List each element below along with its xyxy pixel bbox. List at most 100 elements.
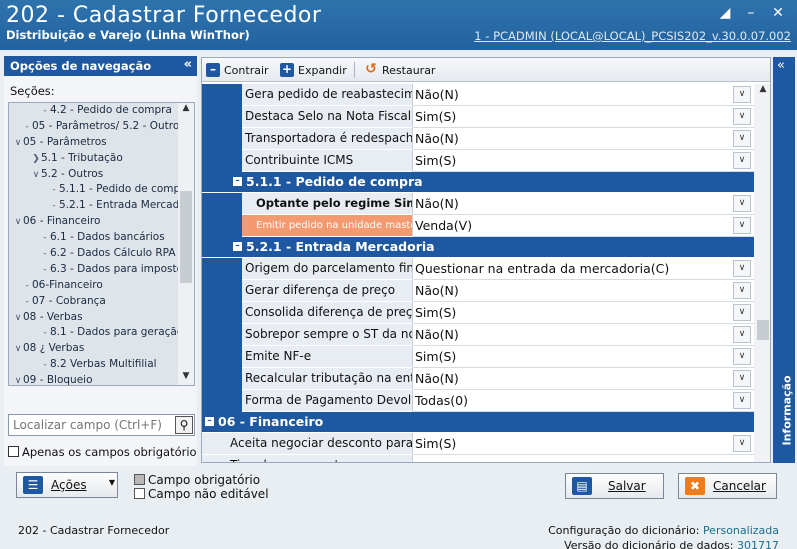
property-value-select[interactable]: Todas(0) ∨ [413,390,754,412]
property-row[interactable]: Emitir pedido na unidade master Venda(V) ∨ [202,215,754,237]
property-value-select[interactable]: Questionar na entrada da mercadoria(C) ∨ [413,258,754,280]
information-panel[interactable]: « Informação [773,57,795,463]
dictionary-config-value[interactable]: Personalizada [703,524,779,537]
property-row[interactable]: Optante pelo regime SimplesNão(N) ∨ [202,193,754,215]
tree-item[interactable]: -5.2.1 - Entrada Mercadoria [9,198,179,214]
property-row[interactable]: Tipo de pagamento [202,455,754,462]
expand-button[interactable]: + Expandir [280,61,347,79]
tree-item[interactable]: ❯5.1 - Tributação [9,151,179,167]
tree-item[interactable]: ∨ 08 - Verbas [9,310,179,326]
property-value-select[interactable] [413,455,754,462]
scroll-thumb[interactable] [757,320,769,340]
property-row[interactable]: Origem do parcelamento financeiroQuestio… [202,258,754,280]
tree-item[interactable]: -07 - Cobrança [9,294,179,310]
chevron-down-icon[interactable]: ∨ [733,282,751,299]
property-row[interactable]: Aceita negociar desconto para pagamentoS… [202,433,754,455]
property-value-select[interactable]: Não(N) ∨ [413,368,754,390]
property-value-select[interactable]: Sim(S) ∨ [413,346,754,368]
chevron-right-icon[interactable]: ❯ [31,152,41,168]
minimize-icon[interactable]: – [743,5,759,21]
chevron-down-icon[interactable]: ∨ [733,152,751,169]
property-value-select[interactable]: Não(N) ∨ [413,193,754,215]
property-value-select[interactable]: Sim(S) ∨ [413,150,754,172]
tree-scrollbar[interactable]: ▲ ▼ [178,103,194,385]
session-info[interactable]: 1 - PCADMIN (LOCAL@LOCAL)_PCSIS202_v.30.… [474,29,791,43]
category-header[interactable]: –06 - Financeiro [202,412,754,432]
close-icon[interactable]: ✕ [770,5,786,21]
tree-item[interactable]: ∨ 06 - Financeiro [9,214,179,230]
chevron-down-icon[interactable]: ∨ [733,348,751,365]
collapse-button[interactable]: – Contrair [206,61,269,79]
collapse-toggle-icon[interactable]: – [233,242,242,251]
property-value-select[interactable]: Sim(S) ∨ [413,433,754,455]
scroll-up-icon[interactable]: ▲ [178,103,194,117]
checkbox-icon[interactable] [8,446,19,457]
search-input[interactable] [9,415,171,435]
grid-scrollbar[interactable]: ▲ [754,84,770,462]
property-row[interactable]: Recalcular tributação na entradaNão(N) ∨ [202,368,754,390]
chevron-down-icon[interactable]: ∨ [733,195,751,212]
property-value-select[interactable]: Sim(S) ∨ [413,106,754,128]
chevron-down-icon[interactable]: ∨ [733,435,751,452]
chevron-down-icon[interactable]: ∨ [13,342,23,358]
property-value-select[interactable]: Não(N) ∨ [413,128,754,150]
property-row[interactable]: Sobrepor sempre o ST da nota Não(N) ∨ [202,324,754,346]
chevron-down-icon[interactable]: ∨ [13,311,23,327]
cancel-button[interactable]: ✖ Cancelar [678,473,777,499]
chevron-down-icon[interactable]: ∨ [733,86,751,103]
chevron-down-icon[interactable]: ∨ [733,217,751,234]
tree-item[interactable]: -5.1.1 - Pedido de compra [9,182,179,198]
restore-button[interactable]: ↺ Restaurar [364,61,435,79]
property-row[interactable]: Transportadora é redespacho Não(N) ∨ [202,128,754,150]
collapse-toggle-icon[interactable]: – [205,417,214,426]
actions-button[interactable]: ☰ Ações ▼ [16,472,118,498]
chevron-down-icon[interactable]: ∨ [733,370,751,387]
scroll-thumb[interactable] [180,191,192,283]
tree-item[interactable]: -8.2 Verbas Multifilial [9,357,179,373]
property-row[interactable]: Emite NF-e Sim(S) ∨ [202,346,754,368]
property-value-select[interactable]: Não(N) ∨ [413,324,754,346]
collapse-nav-icon[interactable]: « [184,57,192,72]
property-row[interactable]: Gerar diferença de preço Não(N) ∨ [202,280,754,302]
property-value-select[interactable]: Venda(V) ∨ [413,215,754,237]
tree-item[interactable]: ∨ 09 - Bloqueio [9,373,179,385]
scroll-down-icon[interactable]: ▼ [178,371,194,385]
chevron-down-icon[interactable]: ∨ [733,260,751,277]
tree-item[interactable]: -6.1 - Dados bancários [9,230,179,246]
chevron-down-icon[interactable]: ∨ [733,392,751,409]
required-only-checkbox[interactable]: Apenas os campos obrigatório [8,445,197,459]
tree-item[interactable]: ∨ 08 ¿ Verbas [9,341,179,357]
tree-item[interactable]: -6.2 - Dados Cálculo RPA [9,246,179,262]
tree-item[interactable]: -4.2 - Pedido de compra [9,103,179,119]
tree-item[interactable]: ∨ 05 - Parâmetros [9,135,179,151]
restore-window-icon[interactable]: ◢ [717,5,733,21]
chevron-down-icon[interactable]: ∨ [13,136,23,152]
chevron-down-icon[interactable]: ∨ [733,304,751,321]
tree-item[interactable]: -8.1 - Dados para geração [9,325,179,341]
tree-item[interactable]: -6.3 - Dados para impostos [9,262,179,278]
property-row[interactable]: Consolida diferença de preço Sim(S) ∨ [202,302,754,324]
category-header[interactable]: –5.1.1 - Pedido de compra [202,172,754,192]
tree-item[interactable]: -05 - Parâmetros/ 5.2 - Outros [9,119,179,135]
tree-item[interactable]: -06-Financeiro [9,278,179,294]
chevron-down-icon[interactable]: ∨ [733,108,751,125]
scroll-up-icon[interactable]: ▲ [754,84,770,98]
category-header[interactable]: –5.2.1 - Entrada Mercadoria [202,237,754,257]
chevron-down-icon[interactable]: ▼ [109,478,115,487]
property-value-select[interactable]: Sim(S) ∨ [413,302,754,324]
property-row[interactable]: Forma de Pagamento DevoluçãoTodas(0) ∨ [202,390,754,412]
property-row[interactable]: Contribuinte ICMS Sim(S) ∨ [202,150,754,172]
chevron-down-icon[interactable]: ∨ [733,130,751,147]
property-row[interactable]: Destaca Selo na Nota Fiscal Sim(S) ∨ [202,106,754,128]
search-field[interactable]: ⚲ [8,414,195,436]
save-button[interactable]: ▤ Salvar [565,473,664,499]
search-icon[interactable]: ⚲ [175,416,193,434]
chevron-down-icon[interactable]: ∨ [733,326,751,343]
collapse-toggle-icon[interactable]: – [233,177,242,186]
property-value-select[interactable]: Não(N) ∨ [413,84,754,106]
property-value-select[interactable]: Não(N) ∨ [413,280,754,302]
chevron-down-icon[interactable]: ∨ [13,215,23,231]
collapse-info-icon[interactable]: « [777,58,785,73]
chevron-down-icon[interactable]: ∨ [31,168,41,184]
tree-item[interactable]: ∨ 5.2 - Outros [9,167,179,183]
